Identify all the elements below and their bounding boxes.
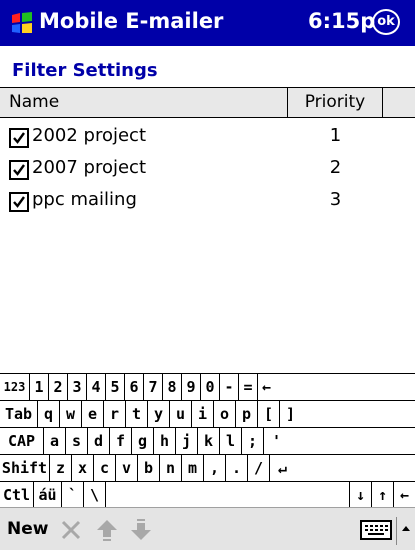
filter-name: 2002 project [32,125,147,146]
list-item[interactable]: ppc mailing 3 [0,187,383,217]
key-o[interactable]: o [214,401,236,427]
key-shift[interactable]: Shift [0,455,50,481]
column-header-name[interactable]: Name [0,88,288,117]
key-enter[interactable]: ↵ [270,455,415,481]
clock[interactable]: 6:15p [308,9,375,33]
filter-priority: 3 [329,189,342,210]
key-3[interactable]: 3 [68,374,87,400]
key-left-bracket[interactable]: [ [258,401,280,427]
key-tab[interactable]: Tab [0,401,38,427]
key-8[interactable]: 8 [163,374,182,400]
key-x[interactable]: x [72,455,94,481]
key-p[interactable]: p [236,401,258,427]
keyboard-row-home: CAP a s d f g h j k l ; ' [0,428,415,455]
keyboard-row-numbers: 123 1 2 3 4 5 6 7 8 9 0 - = ← [0,374,415,401]
key-j[interactable]: j [176,428,198,454]
key-t[interactable]: t [126,401,148,427]
key-n[interactable]: n [160,455,182,481]
ok-button[interactable]: ok [372,9,400,35]
checkbox[interactable] [9,160,29,180]
key-w[interactable]: w [60,401,82,427]
page-title: Filter Settings [12,60,158,81]
key-123[interactable]: 123 [0,374,30,400]
key-s[interactable]: s [66,428,88,454]
key-4[interactable]: 4 [87,374,106,400]
key-i[interactable]: i [192,401,214,427]
key-period[interactable]: . [226,455,248,481]
key-right-bracket[interactable]: ] [280,401,415,427]
key-slash[interactable]: / [248,455,270,481]
checkbox[interactable] [9,192,29,212]
checkmark-icon [13,132,25,144]
key-6[interactable]: 6 [125,374,144,400]
move-down-icon[interactable] [128,517,154,543]
key-0[interactable]: 0 [201,374,220,400]
key-r[interactable]: r [104,401,126,427]
key-semicolon[interactable]: ; [242,428,264,454]
key-backtick[interactable]: ` [62,482,84,508]
column-header-priority[interactable]: Priority [288,88,383,117]
new-button[interactable]: New [7,519,48,539]
key-equals[interactable]: = [239,374,258,400]
keyboard-row-bottom: Ctl áü ` \ ↓ ↑ ← [0,482,415,508]
key-y[interactable]: y [148,401,170,427]
key-2[interactable]: 2 [49,374,68,400]
key-arrow-down[interactable]: ↓ [350,482,372,508]
windows-flag-icon[interactable] [9,10,35,36]
key-e[interactable]: e [82,401,104,427]
key-space[interactable] [106,482,350,508]
filter-priority: 2 [329,157,342,178]
key-arrow-up[interactable]: ↑ [372,482,394,508]
soft-keyboard: 123 1 2 3 4 5 6 7 8 9 0 - = ← Tab q w e … [0,373,415,508]
keyboard-row-shift: Shift z x c v b n m , . / ↵ [0,455,415,482]
key-z[interactable]: z [50,455,72,481]
key-v[interactable]: v [116,455,138,481]
key-b[interactable]: b [138,455,160,481]
title-bar: Mobile E-mailer 6:15p ok [0,0,415,46]
filter-priority: 1 [329,125,342,146]
filter-name: 2007 project [32,157,147,178]
key-a[interactable]: a [44,428,66,454]
key-l[interactable]: l [220,428,242,454]
key-c[interactable]: c [94,455,116,481]
key-h[interactable]: h [154,428,176,454]
list-item[interactable]: 2007 project 2 [0,155,383,185]
key-9[interactable]: 9 [182,374,201,400]
key-q[interactable]: q [38,401,60,427]
key-caps[interactable]: CAP [0,428,44,454]
checkbox[interactable] [9,128,29,148]
sip-up-arrow-icon[interactable] [396,517,415,545]
delete-icon[interactable] [58,517,84,543]
keyboard-row-qwerty: Tab q w e r t y u i o p [ ] [0,401,415,428]
key-accents[interactable]: áü [34,482,62,508]
key-7[interactable]: 7 [144,374,163,400]
list-item[interactable]: 2002 project 1 [0,123,383,153]
app-title: Mobile E-mailer [39,9,224,33]
move-up-icon[interactable] [94,517,120,543]
key-ctrl[interactable]: Ctl [0,482,34,508]
command-bar: New [0,507,415,550]
key-g[interactable]: g [132,428,154,454]
key-m[interactable]: m [182,455,204,481]
key-u[interactable]: u [170,401,192,427]
key-backspace[interactable]: ← [258,374,415,400]
key-f[interactable]: f [110,428,132,454]
keyboard-icon[interactable] [360,518,394,542]
key-backslash[interactable]: \ [84,482,106,508]
key-arrow-left[interactable]: ← [394,482,415,508]
key-k[interactable]: k [198,428,220,454]
key-apostrophe[interactable]: ' [264,428,415,454]
key-comma[interactable]: , [204,455,226,481]
key-d[interactable]: d [88,428,110,454]
list-header: Name Priority [0,87,415,118]
key-minus[interactable]: - [220,374,239,400]
checkmark-icon [13,164,25,176]
key-1[interactable]: 1 [30,374,49,400]
checkmark-icon [13,196,25,208]
key-5[interactable]: 5 [106,374,125,400]
filter-name: ppc mailing [32,189,137,210]
